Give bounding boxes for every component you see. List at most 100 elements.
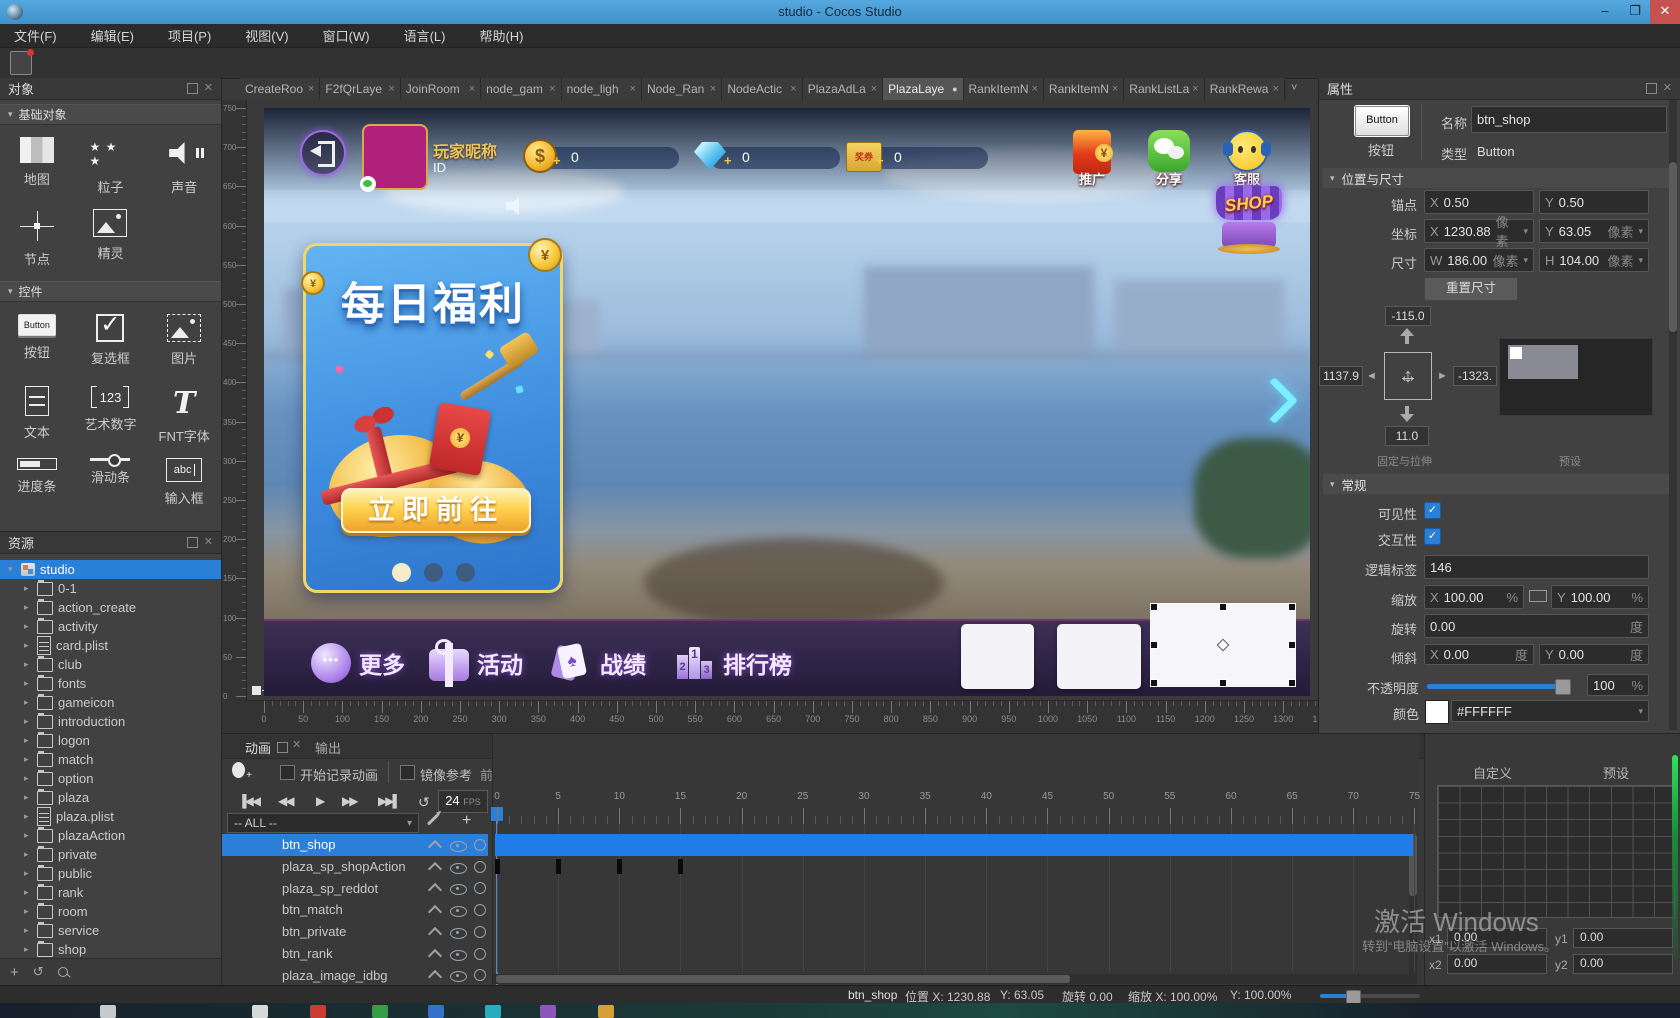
properties-scrollbar[interactable] — [1669, 100, 1677, 730]
timeline[interactable]: 051015202530354045505560657075 — [492, 734, 1419, 985]
go-now-button[interactable]: 立即前往 — [341, 488, 531, 533]
object-item-artnumber[interactable]: 123艺术数字 — [74, 380, 148, 452]
margin-top-input[interactable]: -115.0 — [1385, 306, 1431, 326]
anchor-x-input[interactable]: X0.50 — [1424, 190, 1534, 214]
position-size-section[interactable]: ▾ 位置与尺寸 — [1323, 168, 1677, 188]
collapse-layer-icon[interactable] — [428, 927, 442, 941]
layer-row[interactable]: btn_match — [222, 899, 488, 921]
lock-toggle-icon[interactable] — [474, 839, 486, 851]
canvas-area[interactable]: 7507006506005505004504003503002502001501… — [222, 100, 1318, 733]
object-item-image[interactable]: 图片 — [147, 308, 221, 380]
expander-icon[interactable]: ▸ — [24, 678, 32, 689]
coord-y-input[interactable]: Y63.05像素▾ — [1539, 219, 1649, 243]
timeline-hscrollbar[interactable] — [493, 974, 1413, 984]
object-item-map[interactable]: 地图 — [0, 131, 74, 203]
section-header[interactable]: ▾基础对象 — [0, 104, 221, 125]
layer-row[interactable]: plaza_sp_reddot — [222, 877, 488, 899]
tree-item[interactable]: ▸rank — [0, 883, 222, 902]
document-tab[interactable]: RankItemN× — [964, 78, 1044, 100]
expander-icon[interactable]: ▸ — [24, 773, 32, 784]
close-panel-icon[interactable]: ✕ — [204, 538, 213, 547]
taskbar-icon[interactable] — [428, 1005, 444, 1018]
taskbar-icon[interactable] — [252, 1005, 268, 1018]
expander-icon[interactable]: ▸ — [24, 754, 32, 765]
canvas-zoom-slider[interactable] — [1320, 994, 1420, 998]
search-icon[interactable] — [58, 967, 68, 977]
collapse-layer-icon[interactable] — [428, 883, 442, 897]
tree-item[interactable]: ▸private — [0, 845, 222, 864]
carousel-dots[interactable] — [306, 563, 560, 582]
expander-icon[interactable]: ▸ — [24, 925, 32, 936]
margin-left-input[interactable]: 1137.9 — [1319, 366, 1363, 386]
keyframe-marker[interactable] — [617, 859, 622, 874]
scale-y-input[interactable]: Y100.00% — [1551, 585, 1649, 609]
collapse-layer-icon[interactable] — [428, 948, 442, 962]
go-first-frame-button[interactable]: ▐◀◀ — [238, 794, 259, 808]
expander-icon[interactable]: ▸ — [24, 697, 32, 708]
mirror-checkbox[interactable] — [400, 765, 415, 780]
tab-output[interactable]: 输出 — [315, 738, 341, 757]
tree-item[interactable]: ▸shop — [0, 940, 222, 959]
prev-frame-button[interactable]: ◀◀ — [278, 794, 292, 808]
selection-handle[interactable] — [1219, 679, 1227, 687]
stretch-down-arrow-icon[interactable] — [1400, 414, 1414, 422]
anchor-y-input[interactable]: Y0.50 — [1539, 190, 1649, 214]
title-bar[interactable]: studio - Cocos Studio – ❐ ✕ — [0, 0, 1680, 24]
undock-icon[interactable] — [277, 742, 288, 753]
taskbar-icon[interactable] — [372, 1005, 388, 1018]
lock-toggle-icon[interactable] — [474, 861, 486, 873]
placeholder-button[interactable] — [961, 624, 1034, 689]
y2-input[interactable]: 0.00 — [1573, 954, 1673, 974]
shop-button[interactable]: SHOP — [1212, 182, 1286, 256]
x2-input[interactable]: 0.00 — [1447, 954, 1547, 974]
taskbar-icon[interactable] — [100, 1005, 116, 1018]
layer-row[interactable]: plaza_image_idbg — [222, 964, 488, 985]
coord-x-input[interactable]: X1230.88像素▾ — [1424, 219, 1534, 243]
collapse-layer-icon[interactable] — [428, 862, 442, 876]
tree-item[interactable]: ▸public — [0, 864, 222, 883]
document-tab[interactable]: PlazaAdLa× — [803, 78, 883, 100]
menu-cards[interactable]: 战绩 — [552, 641, 646, 685]
game-scene[interactable]: 玩家昵称 ID $+0+0奖券+0 推广分享客服 SHOP 每日福利 ¥ ¥ — [264, 108, 1310, 696]
object-item-node[interactable]: 节点 — [0, 203, 74, 275]
document-tab[interactable]: node_ligh× — [562, 78, 642, 100]
menu-gift[interactable]: 活动 — [429, 641, 523, 685]
visibility-toggle-icon[interactable] — [450, 928, 467, 939]
menu-rank[interactable]: 213排行榜 — [675, 641, 792, 685]
skew-x-input[interactable]: X0.00度 — [1424, 644, 1534, 665]
y1-input[interactable]: 0.00 — [1573, 928, 1673, 948]
close-tab-icon[interactable]: × — [1192, 83, 1198, 95]
menu-item[interactable]: 帮助(H) — [479, 26, 523, 45]
opacity-input[interactable]: 100% — [1587, 674, 1649, 696]
keyframe-marker[interactable] — [678, 859, 683, 874]
interactive-checkbox[interactable]: ✓ — [1424, 528, 1441, 545]
tree-item[interactable]: ▸plaza.plist — [0, 807, 222, 826]
expander-icon[interactable]: ▸ — [24, 716, 32, 727]
menu-item[interactable]: 编辑(E) — [91, 26, 134, 45]
placeholder-button[interactable] — [1057, 624, 1141, 689]
document-tab[interactable]: RankItemN× — [1044, 78, 1124, 100]
color-swatch[interactable] — [1425, 700, 1449, 724]
refresh-icon[interactable]: ↺ — [33, 964, 44, 980]
lock-toggle-icon[interactable] — [474, 926, 486, 938]
object-item-text[interactable]: 文本 — [0, 380, 74, 452]
close-tab-icon[interactable]: × — [1273, 83, 1279, 95]
keyframe-marker[interactable] — [556, 859, 561, 874]
document-tab[interactable]: RankListLa× — [1124, 78, 1204, 100]
tree-item[interactable]: ▸match — [0, 750, 222, 769]
section-header[interactable]: ▾控件 — [0, 281, 221, 302]
visibility-toggle-icon[interactable] — [450, 841, 467, 852]
keyframe-marker[interactable] — [495, 859, 500, 874]
tree-item[interactable]: ▸card.plist — [0, 636, 222, 655]
expander-icon[interactable]: ▸ — [24, 906, 32, 917]
promo-button[interactable]: 推广 — [1067, 130, 1117, 188]
layer-row[interactable]: btn_private — [222, 921, 488, 943]
tree-item[interactable]: ▸club — [0, 655, 222, 674]
tab-overflow-icon[interactable]: ˅ — [1291, 82, 1297, 94]
anchor-widget[interactable] — [1384, 352, 1432, 400]
layer-row[interactable]: btn_rank — [222, 943, 488, 965]
avatar[interactable] — [362, 124, 428, 190]
expander-icon[interactable]: ▸ — [24, 602, 32, 613]
selection-handle[interactable] — [1150, 603, 1158, 611]
menu-more[interactable]: 更多 — [311, 641, 405, 685]
